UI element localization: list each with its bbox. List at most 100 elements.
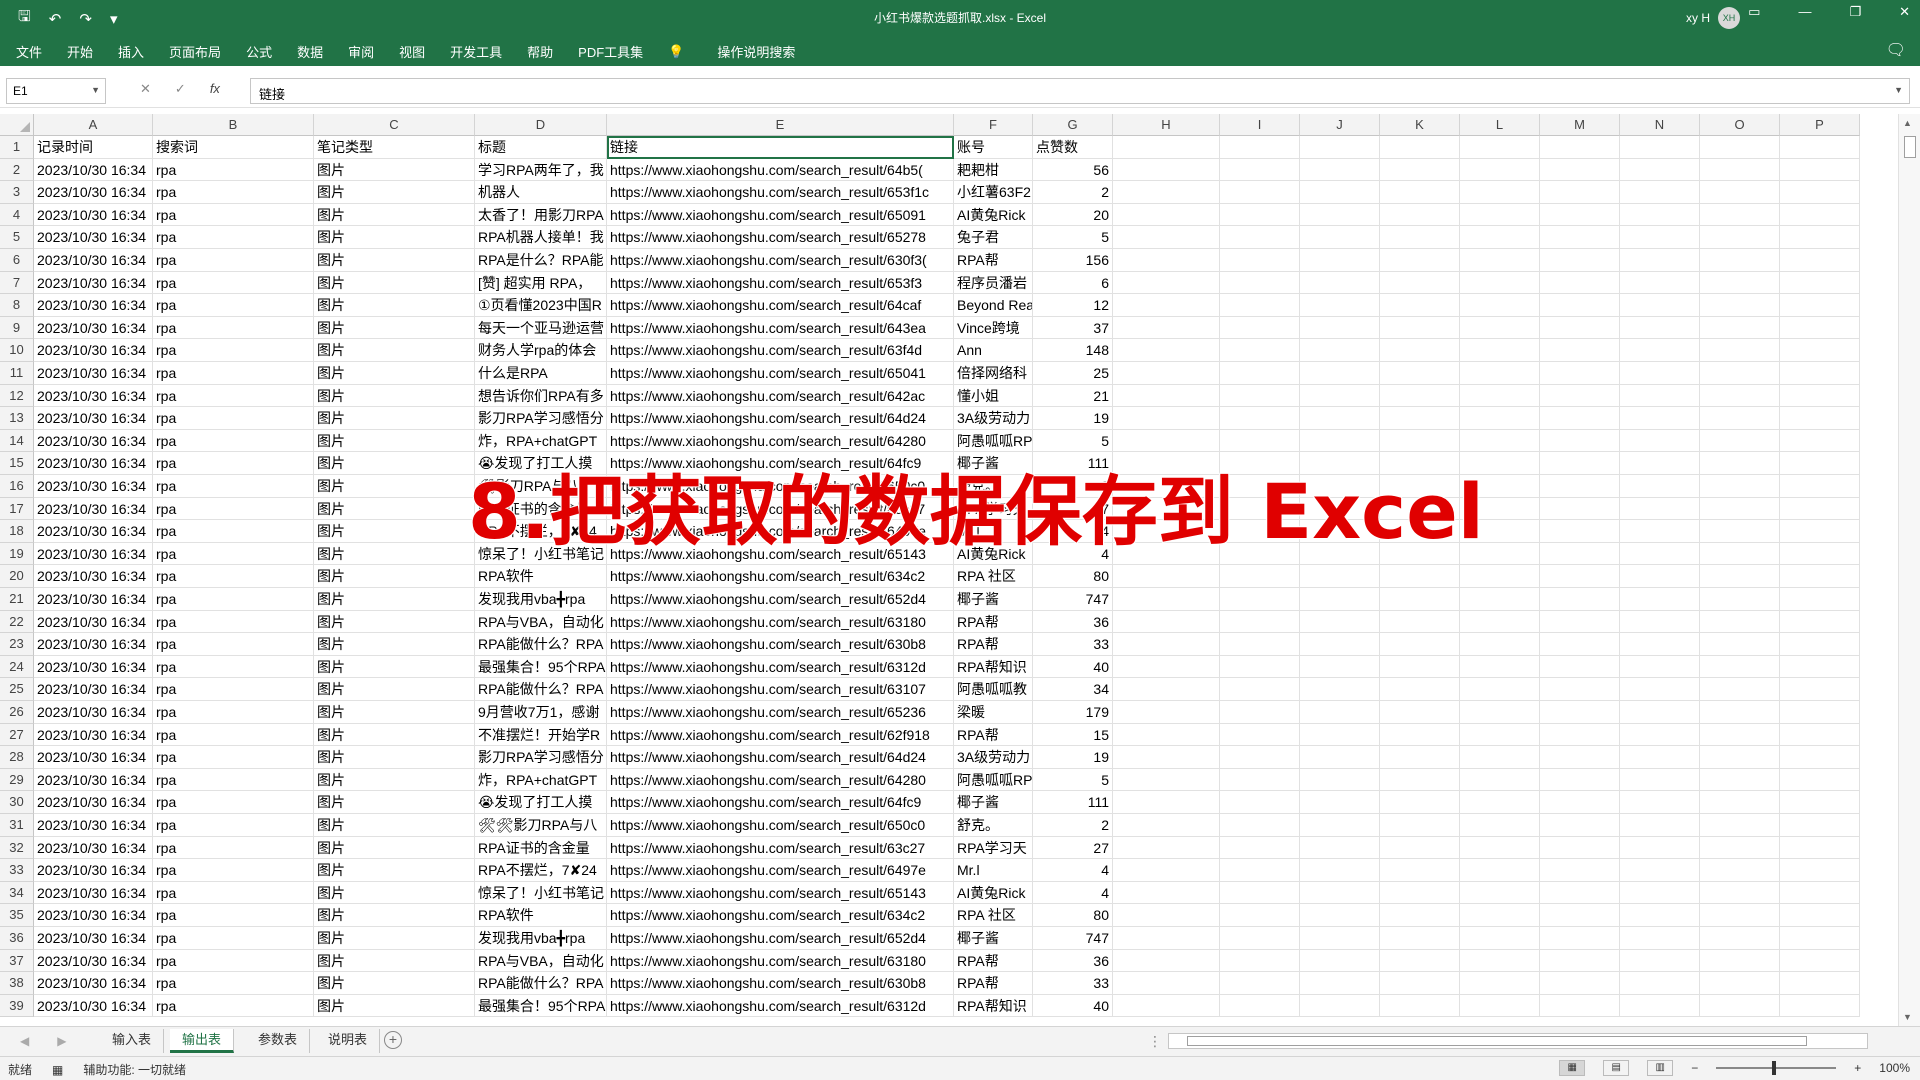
column-header[interactable]: P (1780, 114, 1860, 136)
table-cell[interactable] (1300, 271, 1380, 295)
table-cell[interactable]: 2023/10/30 16:34 (34, 181, 153, 204)
table-cell[interactable] (1620, 588, 1700, 611)
table-cell[interactable] (1220, 723, 1300, 747)
header-cell[interactable]: 记录时间 (34, 136, 153, 159)
table-cell[interactable]: https://www.xiaohongshu.com/search_resul… (607, 994, 954, 1018)
table-cell[interactable]: AI黄兔Rick (954, 881, 1033, 905)
table-cell[interactable]: 图片 (314, 588, 475, 611)
table-cell[interactable] (1780, 994, 1860, 1018)
table-cell[interactable] (1780, 791, 1860, 814)
table-cell[interactable]: 图片 (314, 655, 475, 679)
table-cell[interactable]: rpa (153, 949, 314, 973)
header-cell[interactable] (1380, 136, 1460, 159)
table-cell[interactable]: RPA与VBA，自动化 (475, 610, 607, 634)
table-cell[interactable] (1113, 362, 1220, 385)
table-cell[interactable]: https://www.xiaohongshu.com/search_resul… (607, 972, 954, 995)
table-cell[interactable]: https://www.xiaohongshu.com/search_resul… (607, 814, 954, 837)
table-cell[interactable] (1540, 927, 1620, 950)
table-cell[interactable] (1540, 701, 1620, 724)
table-cell[interactable]: 2023/10/30 16:34 (34, 633, 153, 656)
header-cell[interactable] (1460, 136, 1540, 159)
row-header[interactable]: 28 (0, 746, 34, 769)
table-cell[interactable] (1113, 271, 1220, 295)
table-cell[interactable]: 36 (1033, 949, 1113, 973)
table-cell[interactable]: RPA能做什么？RPA (475, 678, 607, 701)
table-cell[interactable]: 图片 (314, 475, 475, 498)
table-cell[interactable]: 2023/10/30 16:34 (34, 881, 153, 905)
row-header[interactable]: 22 (0, 610, 34, 634)
table-cell[interactable] (1113, 158, 1220, 182)
table-cell[interactable] (1700, 927, 1780, 950)
table-cell[interactable] (1460, 836, 1540, 860)
zoom-slider[interactable] (1716, 1061, 1837, 1075)
table-cell[interactable]: 什么是RPA (475, 362, 607, 385)
table-cell[interactable] (1620, 746, 1700, 769)
table-cell[interactable] (1700, 407, 1780, 430)
table-cell[interactable] (1780, 429, 1860, 453)
table-cell[interactable]: 图片 (314, 904, 475, 927)
table-cell[interactable] (1620, 497, 1700, 521)
table-cell[interactable]: rpa (153, 836, 314, 860)
table-cell[interactable]: rpa (153, 294, 314, 317)
table-cell[interactable] (1700, 655, 1780, 679)
table-cell[interactable]: RPA帮 (954, 972, 1033, 995)
table-cell[interactable] (1620, 949, 1700, 973)
next-sheet-icon[interactable]: ▶ (57, 1034, 66, 1048)
header-cell[interactable] (1300, 136, 1380, 159)
table-cell[interactable] (1780, 452, 1860, 475)
table-cell[interactable] (1700, 226, 1780, 249)
table-cell[interactable] (1700, 249, 1780, 272)
header-cell[interactable] (1620, 136, 1700, 159)
table-cell[interactable]: 学习RPA两年了，我 (475, 158, 607, 182)
table-cell[interactable]: 图片 (314, 972, 475, 995)
table-cell[interactable]: 机器人 (475, 181, 607, 204)
table-cell[interactable] (1700, 316, 1780, 340)
table-cell[interactable] (1700, 384, 1780, 408)
table-cell[interactable]: rpa (153, 429, 314, 453)
table-cell[interactable]: ①页看懂2023中国R (475, 294, 607, 317)
table-cell[interactable] (1620, 927, 1700, 950)
table-cell[interactable] (1220, 294, 1300, 317)
table-cell[interactable] (1620, 723, 1700, 747)
table-cell[interactable] (1300, 294, 1380, 317)
table-cell[interactable]: https://www.xiaohongshu.com/search_resul… (607, 633, 954, 656)
table-cell[interactable] (1700, 497, 1780, 521)
table-cell[interactable] (1113, 316, 1220, 340)
table-cell[interactable] (1540, 994, 1620, 1018)
table-cell[interactable] (1220, 158, 1300, 182)
table-cell[interactable] (1620, 475, 1700, 498)
table-cell[interactable] (1380, 972, 1460, 995)
table-cell[interactable] (1700, 904, 1780, 927)
table-cell[interactable]: 2 (1033, 181, 1113, 204)
table-cell[interactable]: https://www.xiaohongshu.com/search_resul… (607, 339, 954, 362)
table-cell[interactable] (1620, 203, 1700, 227)
table-cell[interactable] (1380, 249, 1460, 272)
table-cell[interactable] (1460, 339, 1540, 362)
table-cell[interactable]: rpa (153, 633, 314, 656)
table-cell[interactable] (1380, 881, 1460, 905)
table-cell[interactable] (1700, 520, 1780, 543)
table-cell[interactable]: 33 (1033, 633, 1113, 656)
table-cell[interactable] (1380, 226, 1460, 249)
row-header[interactable]: 30 (0, 791, 34, 814)
table-cell[interactable] (1380, 181, 1460, 204)
table-cell[interactable] (1380, 203, 1460, 227)
table-cell[interactable] (1620, 814, 1700, 837)
table-cell[interactable] (1540, 316, 1620, 340)
table-cell[interactable] (1620, 836, 1700, 860)
table-cell[interactable]: 2023/10/30 16:34 (34, 972, 153, 995)
column-header[interactable]: D (475, 114, 607, 136)
row-header[interactable]: 33 (0, 859, 34, 882)
table-cell[interactable] (1620, 181, 1700, 204)
restore-icon[interactable]: ❐ (1849, 4, 1861, 20)
table-cell[interactable] (1113, 429, 1220, 453)
table-cell[interactable]: 80 (1033, 565, 1113, 588)
table-cell[interactable] (1300, 791, 1380, 814)
table-cell[interactable] (1780, 384, 1860, 408)
row-header[interactable]: 3 (0, 181, 34, 204)
table-cell[interactable] (1460, 701, 1540, 724)
user-account[interactable]: xy H XH (1686, 7, 1740, 29)
table-cell[interactable]: 33 (1033, 972, 1113, 995)
table-cell[interactable] (1460, 678, 1540, 701)
table-cell[interactable]: https://www.xiaohongshu.com/search_resul… (607, 836, 954, 860)
